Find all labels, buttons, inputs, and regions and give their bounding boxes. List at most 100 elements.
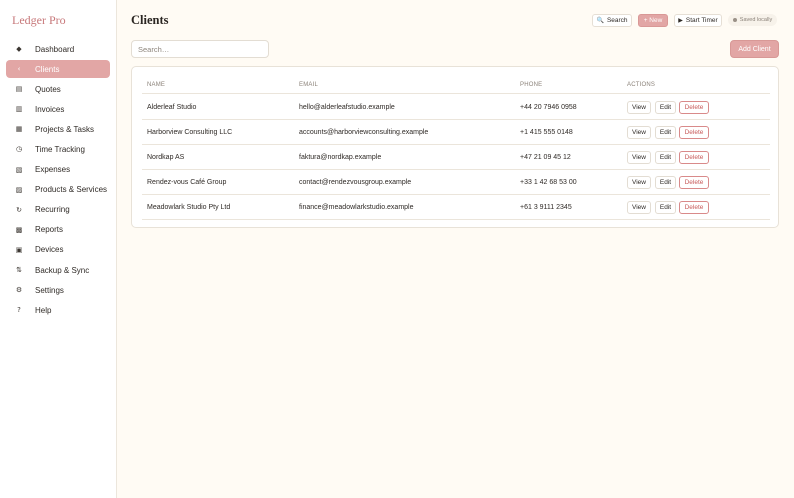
view-button[interactable]: View xyxy=(627,151,651,164)
edit-button[interactable]: Edit xyxy=(655,101,676,114)
sidebar-item-label: Help xyxy=(35,305,52,315)
column-header-phone: PHONE xyxy=(520,82,543,88)
client-email-cell: faktura@nordkap.example xyxy=(299,154,382,161)
sidebar-item-help[interactable]: ? Help xyxy=(6,301,110,319)
sidebar-item-devices[interactable]: ▣ Devices xyxy=(6,241,110,259)
sidebar-item-reports[interactable]: ▩ Reports xyxy=(6,221,110,239)
sidebar-item-label: Time Tracking xyxy=(35,144,85,154)
sidebar-item-invoices[interactable]: ▥ Invoices xyxy=(6,100,110,118)
sidebar-item-label: Expenses xyxy=(35,165,71,175)
sidebar-item-label: Clients xyxy=(35,64,60,74)
table-row: Meadowlark Studio Pty Ltd finance@meadowl… xyxy=(142,195,770,220)
sidebar-item-clients[interactable]: ‹ Clients xyxy=(6,60,110,79)
receipt-icon: ▧ xyxy=(15,165,23,174)
sidebar-item-label: Dashboard xyxy=(35,44,75,54)
play-icon: ▶ xyxy=(678,17,683,24)
edit-button[interactable]: Edit xyxy=(655,176,676,189)
diamond-icon: ◆ xyxy=(16,45,22,53)
edit-button[interactable]: Edit xyxy=(655,126,676,139)
client-search-input[interactable] xyxy=(131,40,269,58)
client-name-cell: Alderleaf Studio xyxy=(147,104,197,111)
table-row: Rendez-vous Café Group contact@rendezvous… xyxy=(142,170,770,195)
delete-button[interactable]: Delete xyxy=(679,176,709,189)
sidebar-item-label: Projects & Tasks xyxy=(35,124,94,134)
client-name-cell: Meadowlark Studio Pty Ltd xyxy=(147,204,231,211)
sidebar-item-label: Backup & Sync xyxy=(35,265,90,275)
new-button[interactable]: + New xyxy=(638,14,668,27)
delete-button[interactable]: Delete xyxy=(679,126,709,139)
client-email-cell: accounts@harborviewconsulting.example xyxy=(299,129,429,136)
sidebar-item-quotes[interactable]: ▤ Quotes xyxy=(6,80,110,98)
table-row: Harborview Consulting LLC accounts@harbor… xyxy=(142,120,770,145)
grid-icon: ▦ xyxy=(15,125,23,134)
column-header-name: NAME xyxy=(147,82,166,88)
new-button-label: + New xyxy=(643,17,663,24)
sidebar: Ledger Pro ◆ Dashboard ‹ Clients ▤ Quotes ▥ Inv… xyxy=(0,0,117,498)
sidebar-item-expenses[interactable]: ▧ Expenses xyxy=(6,161,110,179)
client-email-cell: finance@meadowlarkstudio.example xyxy=(299,204,414,211)
sidebar-item-products-services[interactable]: ▨ Products & Services xyxy=(6,181,110,199)
client-phone-cell: +33 1 42 68 53 00 xyxy=(520,179,577,186)
sidebar-item-label: Devices xyxy=(35,245,64,255)
client-phone-cell: +47 21 09 45 12 xyxy=(520,154,571,161)
table-row: Alderleaf Studio hello@alderleafstudio.ex… xyxy=(142,95,770,120)
client-name-cell: Harborview Consulting LLC xyxy=(147,129,233,136)
delete-button[interactable]: Delete xyxy=(679,201,709,214)
edit-button[interactable]: Edit xyxy=(655,201,676,214)
clock-icon: ◷ xyxy=(15,145,23,154)
sidebar-item-dashboard[interactable]: ◆ Dashboard xyxy=(6,40,110,58)
start-timer-label: Start Timer xyxy=(685,17,718,24)
sidebar-item-label: Invoices xyxy=(35,104,65,114)
status-dot-icon xyxy=(732,18,737,22)
sidebar-item-label: Products & Services xyxy=(35,185,108,195)
view-button[interactable]: View xyxy=(627,176,651,189)
sidebar-item-label: Quotes xyxy=(35,84,61,94)
view-button[interactable]: View xyxy=(627,201,651,214)
sidebar-item-projects-tasks[interactable]: ▦ Projects & Tasks xyxy=(6,120,110,138)
document-icon: ▤ xyxy=(15,85,23,94)
invoice-icon: ▥ xyxy=(15,105,23,114)
client-phone-cell: +1 415 555 0148 xyxy=(520,129,573,136)
clients-table-card: NAME EMAIL PHONE ACTIONS Alderleaf Studi… xyxy=(131,66,779,228)
page-title: Clients xyxy=(131,13,169,27)
sidebar-nav: ◆ Dashboard ‹ Clients ▤ Quotes ▥ Invoices ▦ Proje… xyxy=(6,40,110,321)
sidebar-item-label: Reports xyxy=(35,225,64,235)
sidebar-item-label: Settings xyxy=(35,285,64,295)
column-header-actions: ACTIONS xyxy=(627,82,656,88)
client-email-cell: contact@rendezvousgroup.example xyxy=(299,179,412,186)
box-icon: ▨ xyxy=(15,185,23,194)
save-status-badge: Saved locally xyxy=(728,14,777,26)
header-search-button[interactable]: 🔍 Search xyxy=(592,14,632,27)
table-header: NAME EMAIL PHONE ACTIONS xyxy=(142,76,770,94)
client-name-cell: Nordkap AS xyxy=(147,154,185,161)
sidebar-item-label: Recurring xyxy=(35,205,70,215)
client-name-cell: Rendez-vous Café Group xyxy=(147,179,227,186)
edit-button[interactable]: Edit xyxy=(655,151,676,164)
column-header-email: EMAIL xyxy=(299,82,319,88)
delete-button[interactable]: Delete xyxy=(679,101,709,114)
chart-icon: ▩ xyxy=(15,225,23,234)
app-brand: Ledger Pro xyxy=(12,13,66,27)
help-icon: ? xyxy=(17,306,21,315)
client-phone-cell: +44 20 7946 0958 xyxy=(520,104,577,111)
client-email-cell: hello@alderleafstudio.example xyxy=(299,104,395,111)
sidebar-item-recurring[interactable]: ↻ Recurring xyxy=(6,201,110,219)
start-timer-button[interactable]: ▶ Start Timer xyxy=(674,14,722,27)
table-row: Nordkap AS faktura@nordkap.example +47 21 … xyxy=(142,145,770,170)
refresh-icon: ↻ xyxy=(16,205,22,214)
view-button[interactable]: View xyxy=(627,126,651,139)
search-icon: 🔍 xyxy=(596,17,604,24)
gear-icon: ⚙ xyxy=(15,286,23,295)
client-phone-cell: +61 3 9111 2345 xyxy=(520,204,572,211)
sidebar-item-backup-sync[interactable]: ⇅ Backup & Sync xyxy=(6,261,110,279)
device-icon: ▣ xyxy=(15,245,23,254)
header-search-label: Search xyxy=(606,17,628,24)
save-status-label: Saved locally xyxy=(739,17,773,23)
chevron-left-icon: ‹ xyxy=(17,65,21,74)
add-client-button[interactable]: Add Client xyxy=(730,40,779,58)
view-button[interactable]: View xyxy=(627,101,651,114)
sidebar-item-time-tracking[interactable]: ◷ Time Tracking xyxy=(6,140,110,158)
delete-button[interactable]: Delete xyxy=(679,151,709,164)
sidebar-item-settings[interactable]: ⚙ Settings xyxy=(6,281,110,299)
sync-icon: ⇅ xyxy=(16,266,22,275)
